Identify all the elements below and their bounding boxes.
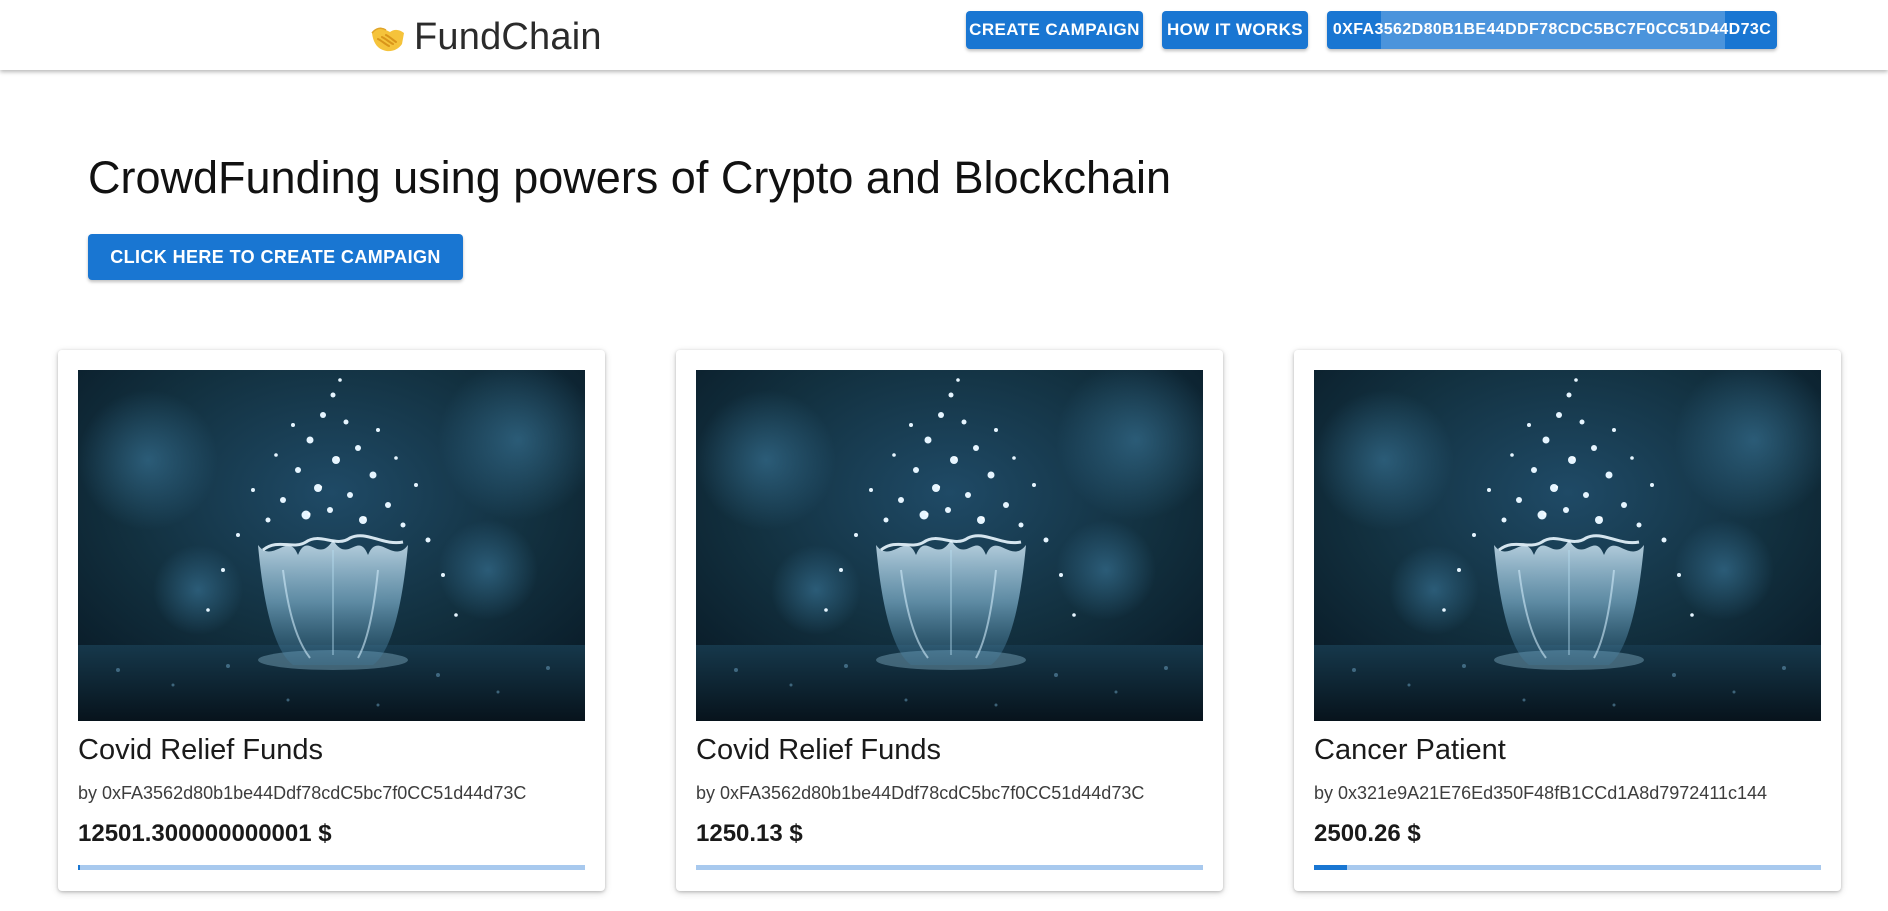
campaign-title[interactable]: Cancer Patient: [1314, 734, 1506, 767]
how-it-works-button[interactable]: HOW IT WORKS: [1162, 11, 1308, 49]
water-splash-image: [696, 370, 1203, 721]
create-campaign-label: CREATE CAMPAIGN: [969, 20, 1140, 39]
campaign-author: by 0xFA3562d80b1be44Ddf78cdC5bc7f0CC51d4…: [78, 783, 527, 803]
campaign-amount: 1250.13 $: [696, 820, 803, 847]
hero-title: CrowdFunding using powers of Crypto and …: [88, 152, 1172, 203]
campaign-progress-fill: [1314, 865, 1347, 870]
campaign-card[interactable]: Covid Relief Funds by 0xFA3562d80b1be44D…: [676, 350, 1223, 891]
brand[interactable]: FundChain: [368, 14, 602, 60]
campaign-progress-fill: [78, 865, 81, 870]
campaign-image[interactable]: [1314, 370, 1821, 721]
campaign-progress-bar: [696, 865, 1203, 870]
hero-create-campaign-button[interactable]: CLICK HERE TO CREATE CAMPAIGN: [88, 234, 463, 280]
hero-cta-label: CLICK HERE TO CREATE CAMPAIGN: [110, 246, 441, 267]
water-splash-image: [78, 370, 585, 721]
water-splash-image: [1314, 370, 1821, 721]
campaign-image[interactable]: [696, 370, 1203, 721]
create-campaign-button[interactable]: CREATE CAMPAIGN: [966, 11, 1143, 49]
campaign-amount: 12501.300000000001 $: [78, 820, 332, 847]
campaign-progress-bar: [78, 865, 585, 870]
campaign-title[interactable]: Covid Relief Funds: [78, 734, 323, 767]
campaign-title[interactable]: Covid Relief Funds: [696, 734, 941, 767]
campaign-progress-bar: [1314, 865, 1821, 870]
brand-name: FundChain: [414, 15, 602, 58]
campaign-card[interactable]: Cancer Patient by 0x321e9A21E76Ed350F48f…: [1294, 350, 1841, 891]
campaign-card[interactable]: Covid Relief Funds by 0xFA3562d80b1be44D…: [58, 350, 605, 891]
campaign-author: by 0x321e9A21E76Ed350F48fB1CCd1A8d797241…: [1314, 783, 1768, 803]
app-bar: FundChain CREATE CAMPAIGN HOW IT WORKS 0…: [0, 0, 1888, 70]
campaign-amount: 2500.26 $: [1314, 820, 1421, 847]
how-it-works-label: HOW IT WORKS: [1166, 20, 1304, 39]
campaign-image[interactable]: [78, 370, 585, 721]
campaign-author: by 0xFA3562d80b1be44Ddf78cdC5bc7f0CC51d4…: [696, 783, 1145, 803]
handshake-icon: [371, 27, 404, 52]
wallet-address-button[interactable]: 0XFA3562D80B1BE44DDF78CDC5BC7F0CC51D44D7…: [1327, 11, 1777, 49]
wallet-address-label: 0XFA3562D80B1BE44DDF78CDC5BC7F0CC51D44D7…: [1332, 21, 1772, 38]
